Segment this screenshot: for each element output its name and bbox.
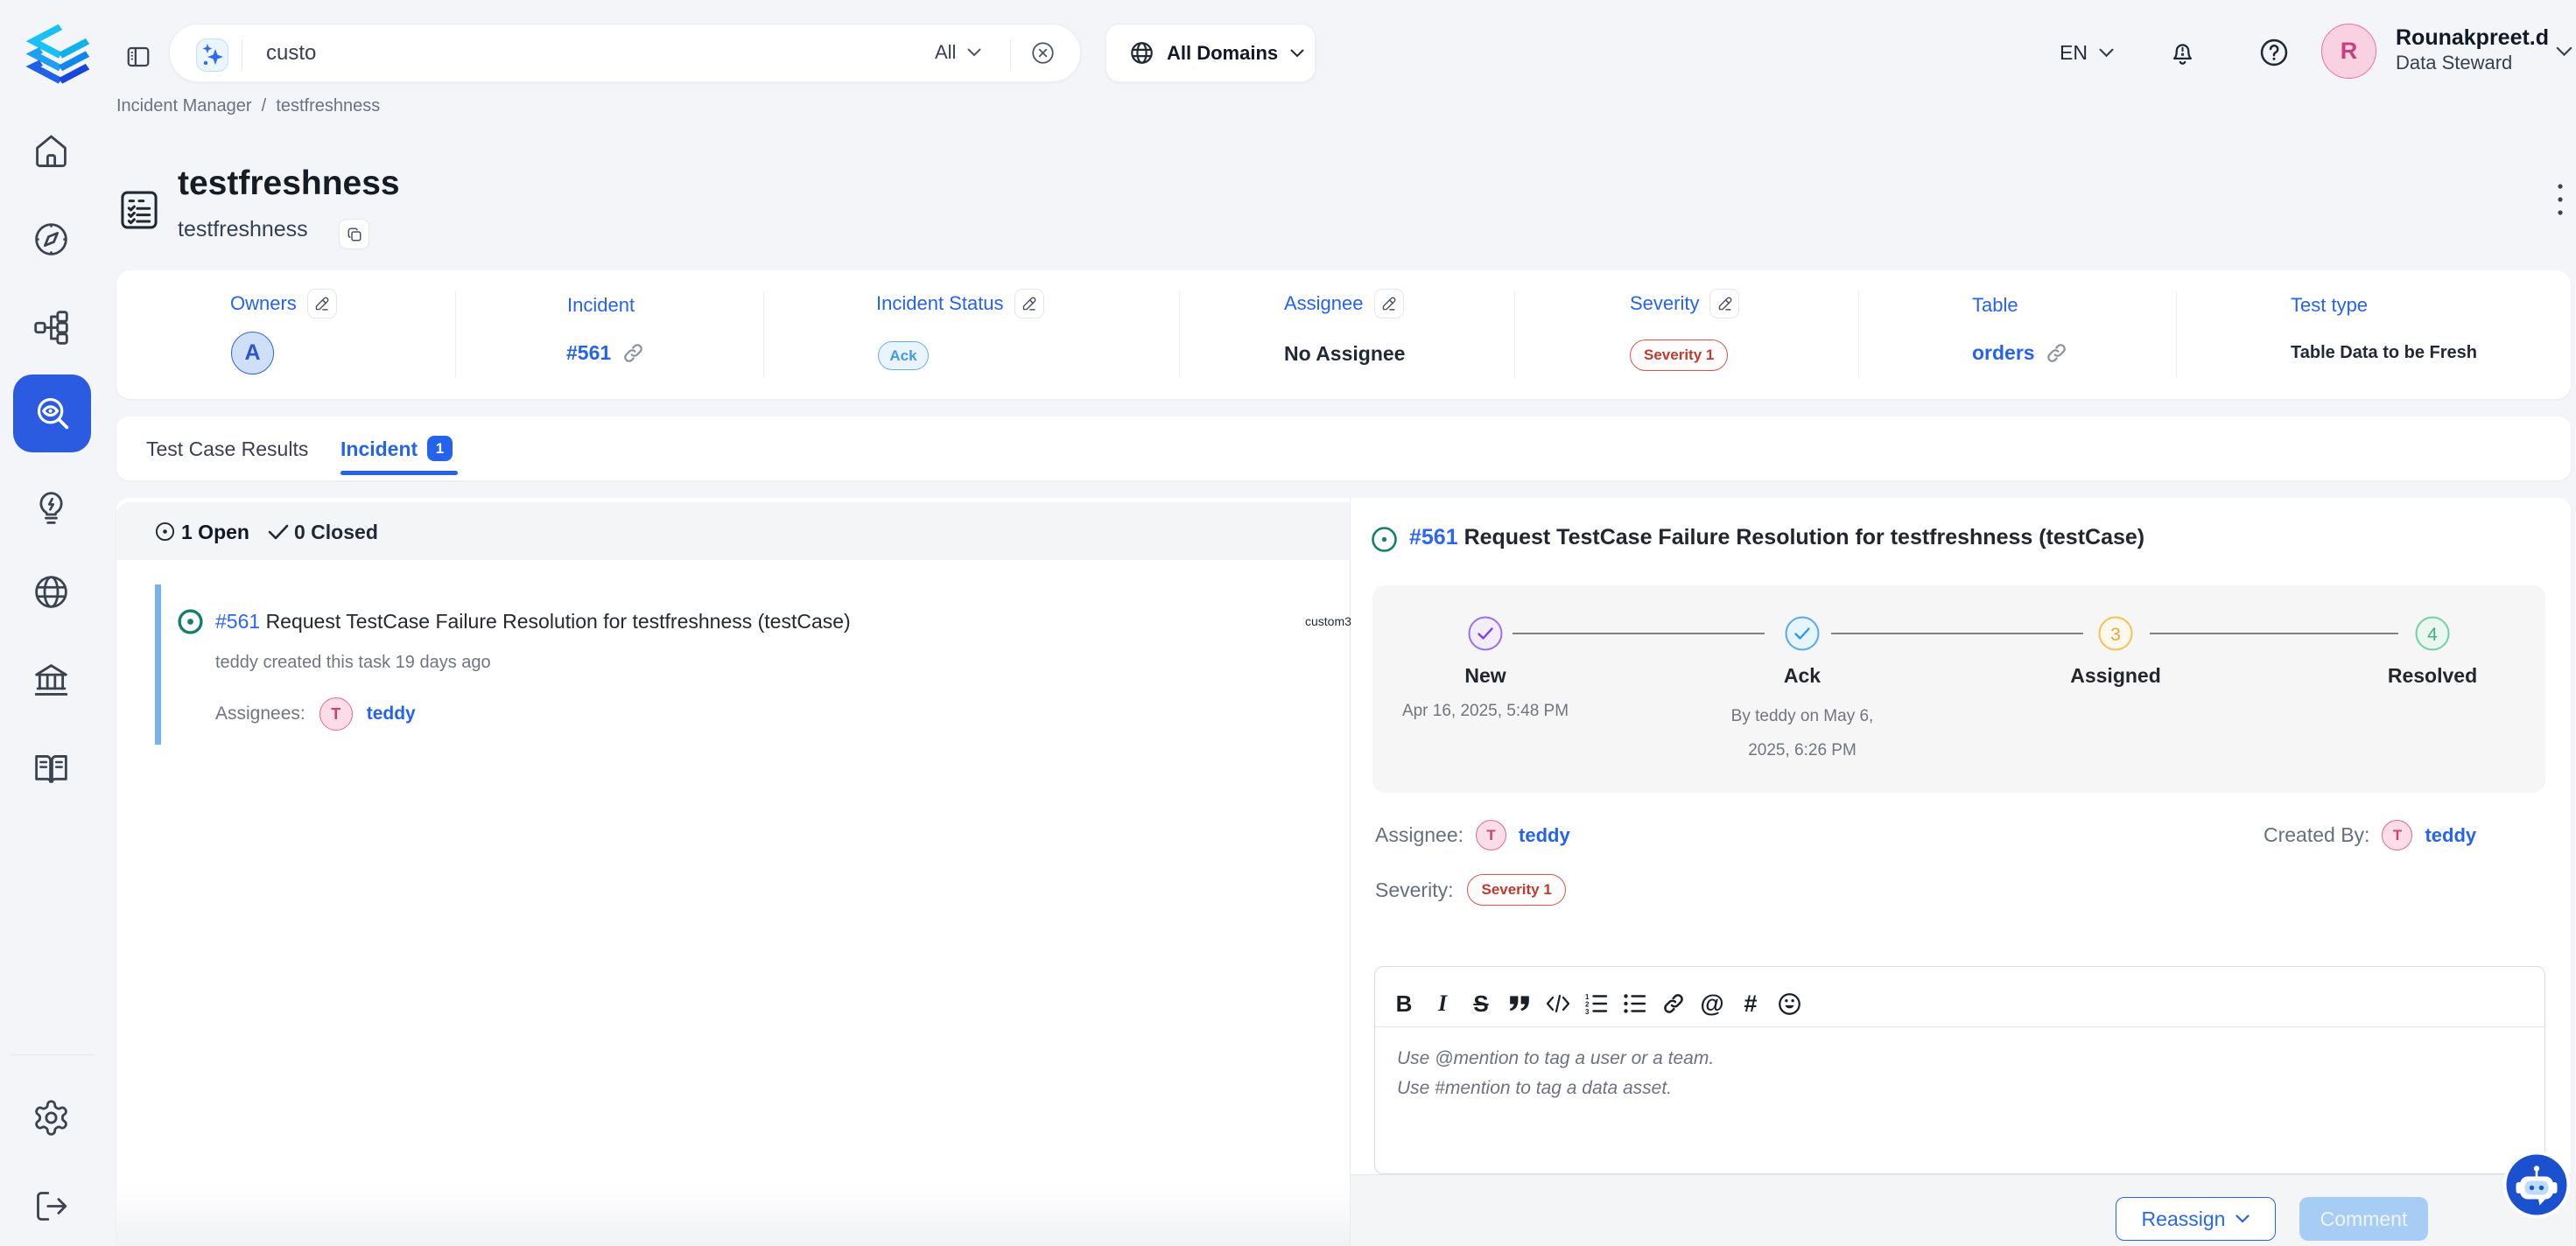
svg-text:4: 4 bbox=[2427, 625, 2438, 645]
svg-text:3: 3 bbox=[2110, 625, 2121, 645]
svg-text:3: 3 bbox=[1585, 1008, 1590, 1014]
